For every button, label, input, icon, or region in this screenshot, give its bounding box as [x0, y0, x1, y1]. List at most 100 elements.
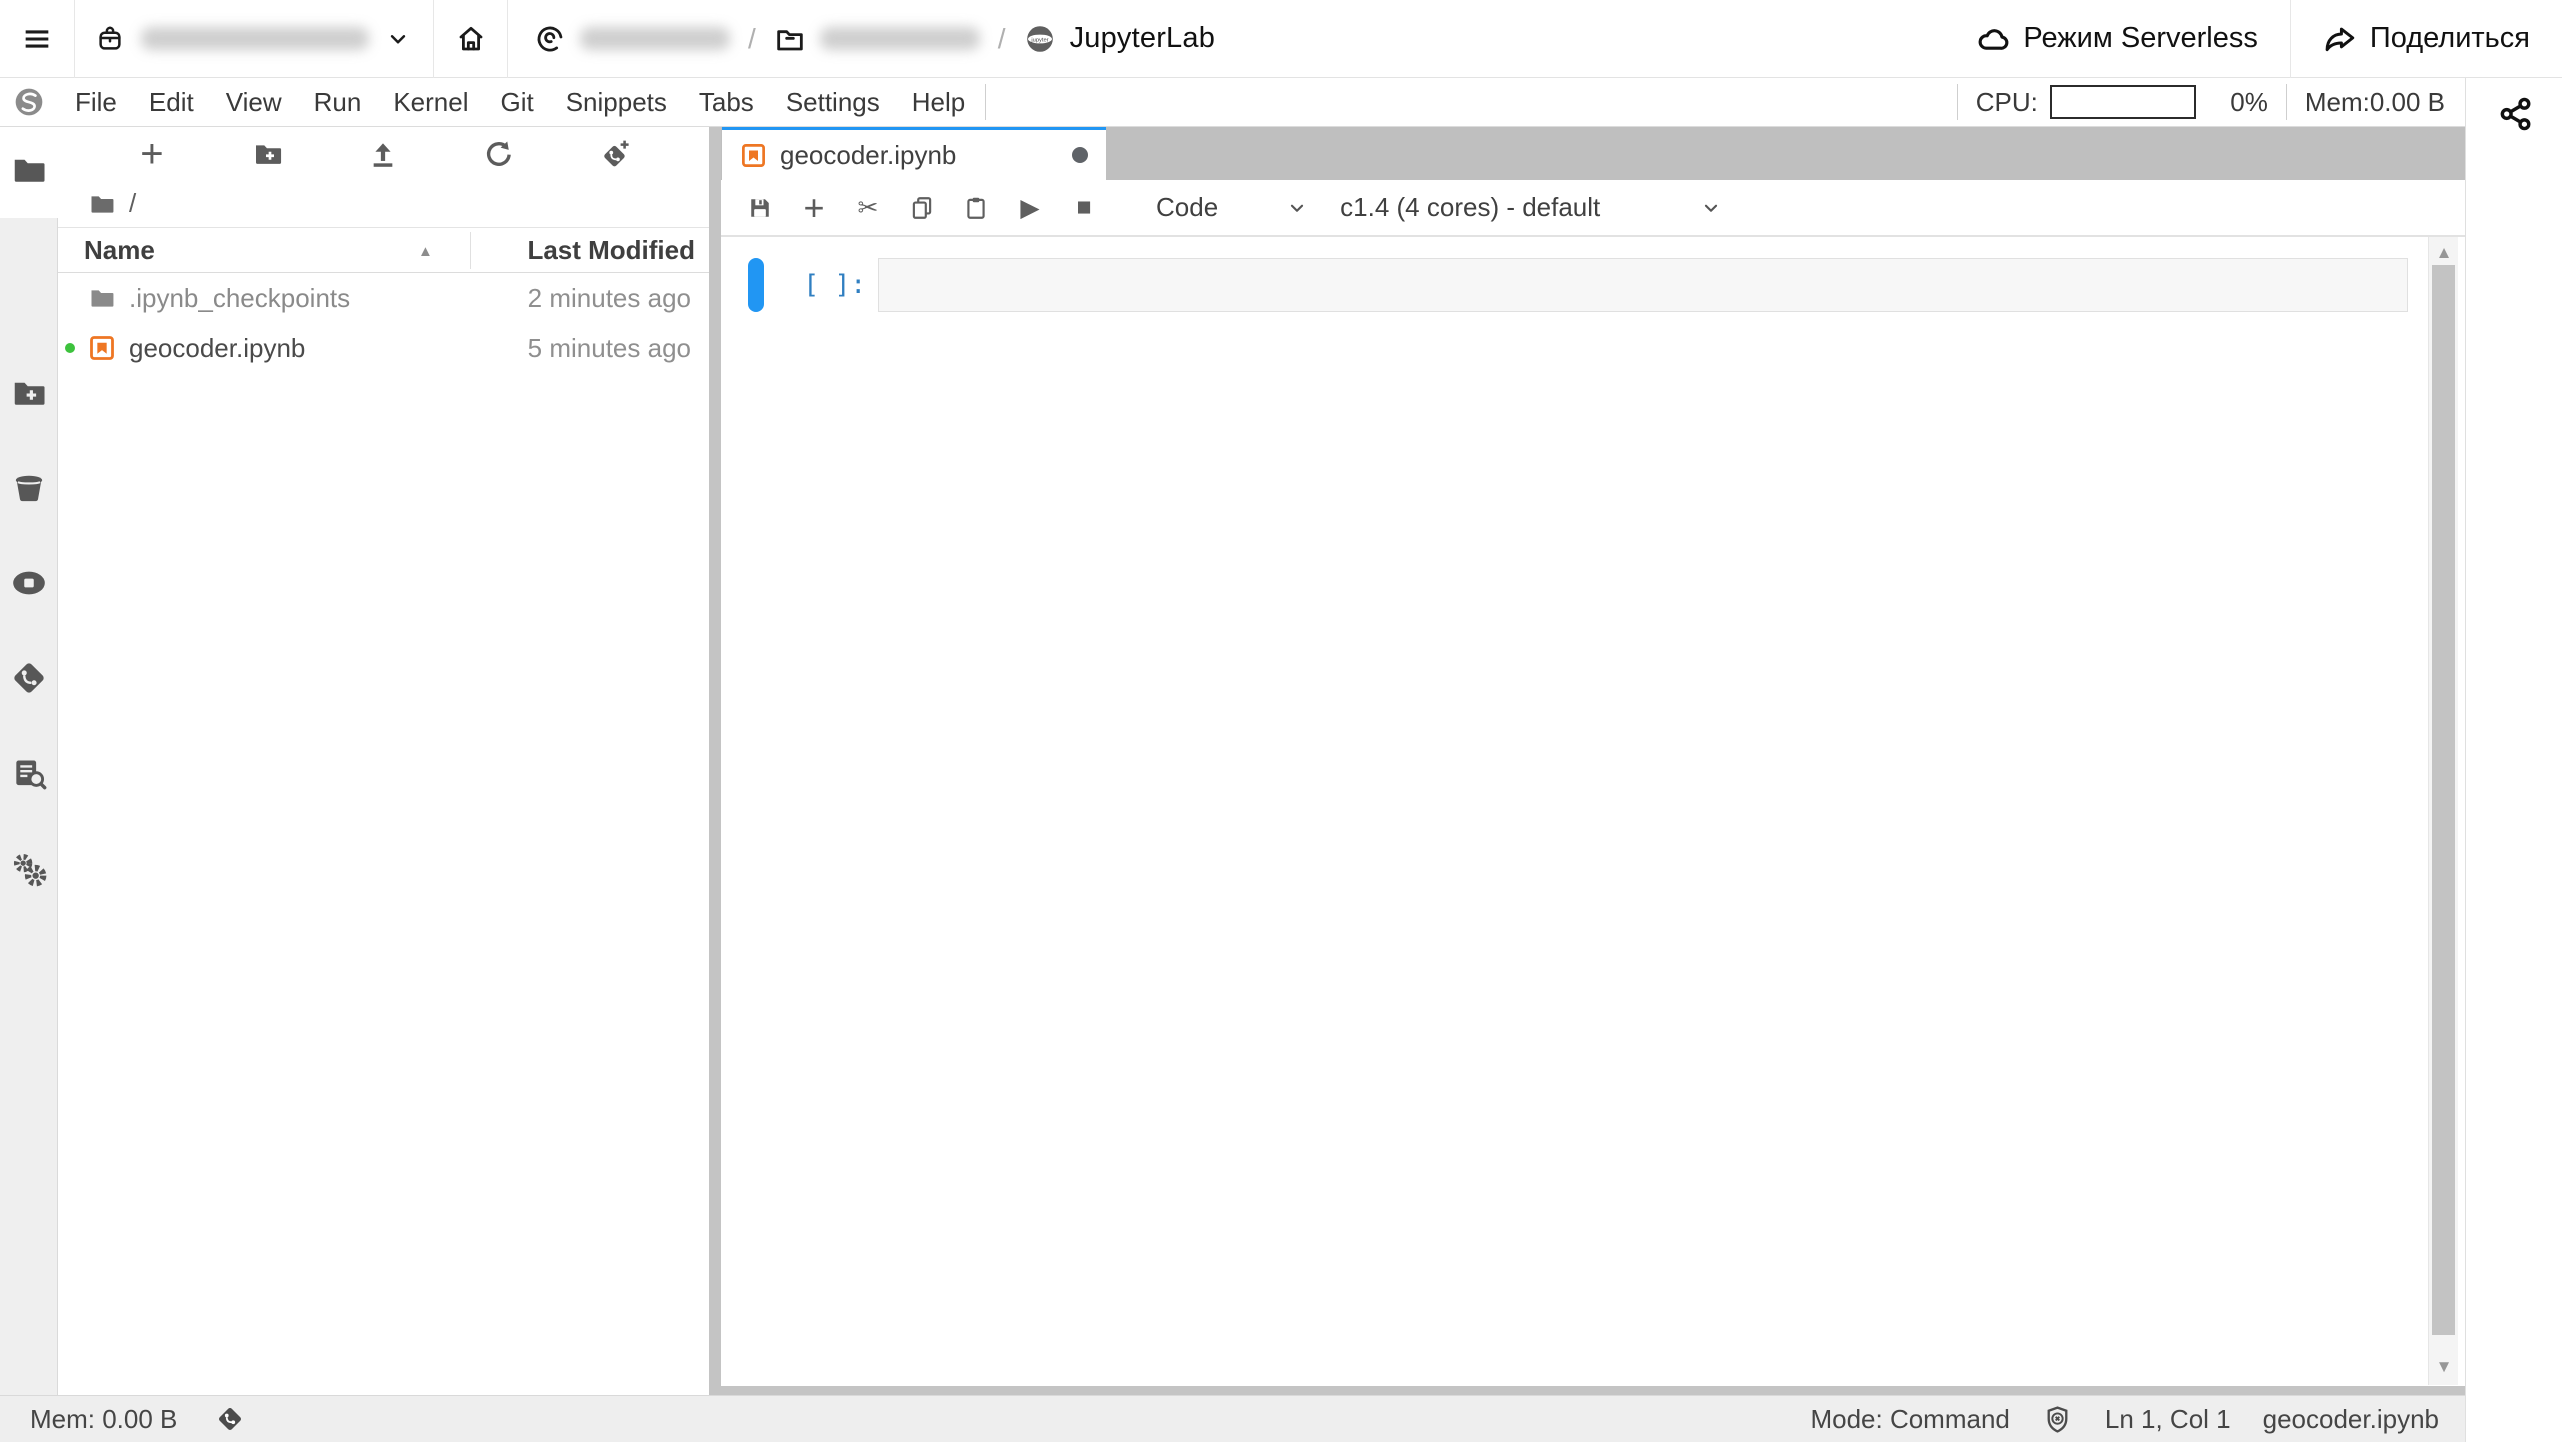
scroll-down-arrow[interactable]: ▼: [2429, 1357, 2459, 1377]
scissors-icon: ✂: [858, 193, 879, 223]
menu-help[interactable]: Help: [896, 81, 981, 124]
breadcrumb: / / jupyter JupyterLab: [508, 22, 1215, 55]
stop-icon: ■: [1076, 193, 1091, 222]
unsaved-changes-dot[interactable]: [1072, 147, 1088, 163]
dock-bottom-border: [721, 1386, 2465, 1395]
breadcrumb-root: /: [129, 188, 136, 219]
divider: [1957, 84, 1958, 120]
sidebar-tab-git[interactable]: [0, 648, 58, 708]
column-header-name[interactable]: Name: [58, 235, 155, 266]
notebook-tab[interactable]: geocoder.ipynb: [722, 127, 1106, 180]
cell-type-select[interactable]: Code: [1156, 192, 1308, 223]
folder-plus-icon: [10, 374, 48, 412]
redacted-community-name[interactable]: [580, 27, 730, 50]
top-bar: / / jupyter JupyterLab: [0, 0, 2562, 78]
add-cell-button[interactable]: +: [800, 194, 828, 222]
menu-git[interactable]: Git: [484, 81, 549, 124]
git-icon: [10, 659, 48, 697]
folder-small-icon: [88, 190, 116, 218]
git-clone-button[interactable]: [593, 132, 637, 176]
sidebar-tab-running-sessions[interactable]: [0, 553, 58, 613]
column-header-modified[interactable]: Last Modified: [527, 235, 709, 266]
sidebar-tab-snippets[interactable]: [0, 744, 58, 804]
notebook-content: [ ]: ▲ ▼: [721, 237, 2465, 1386]
main-menu-button[interactable]: [0, 0, 74, 77]
mode-indicator[interactable]: Mode: Command: [1810, 1404, 2009, 1435]
new-folder-button[interactable]: [246, 132, 290, 176]
jupyter-logo-icon: jupyter: [1024, 23, 1056, 55]
cpu-usage-bar: [2050, 85, 2196, 119]
home-button[interactable]: [434, 0, 507, 77]
menu-run[interactable]: Run: [298, 81, 378, 124]
menu-settings[interactable]: Settings: [770, 81, 896, 124]
sidebar-tab-new-folder[interactable]: [0, 363, 58, 423]
serverless-mode-label: Режим Serverless: [2023, 22, 2257, 55]
notebook-item-icon: [88, 334, 116, 362]
notebook-tab-title: geocoder.ipynb: [780, 140, 956, 171]
share-button[interactable]: Поделиться: [2291, 0, 2562, 77]
chevron-down-icon: [1286, 197, 1308, 219]
redacted-folder-name[interactable]: [820, 27, 980, 50]
dock-tab-bar: geocoder.ipynb: [721, 127, 2465, 180]
sidebar-tabstrip: [0, 127, 58, 1395]
menu-items: File Edit View Run Kernel Git Snippets T…: [59, 81, 981, 124]
cursor-position[interactable]: Ln 1, Col 1: [2105, 1404, 2231, 1435]
new-folder-icon: [252, 138, 284, 170]
document-search-icon: [10, 755, 48, 793]
hamburger-icon: [20, 22, 54, 56]
cell-prompt: [ ]:: [764, 258, 878, 300]
bucket-icon: [10, 469, 48, 507]
interrupt-kernel-button[interactable]: ■: [1070, 194, 1098, 222]
kernel-select[interactable]: c1.4 (4 cores) - default: [1340, 192, 1722, 223]
plus-icon: +: [803, 190, 824, 226]
folder-icon: [10, 151, 48, 189]
serverless-mode-button[interactable]: Режим Serverless: [1944, 0, 2289, 77]
cell-editor[interactable]: [878, 258, 2408, 312]
vertical-scrollbar[interactable]: ▲ ▼: [2428, 237, 2458, 1385]
menu-tabs[interactable]: Tabs: [683, 81, 770, 124]
paste-icon: [963, 195, 989, 221]
project-switcher[interactable]: [75, 0, 433, 77]
menu-edit[interactable]: Edit: [133, 81, 210, 124]
file-row-checkpoints[interactable]: .ipynb_checkpoints 2 minutes ago: [58, 273, 709, 323]
menu-view[interactable]: View: [210, 81, 298, 124]
divider: [2286, 84, 2287, 120]
menu-file[interactable]: File: [59, 81, 133, 124]
status-left: Mem: 0.00 B: [30, 1404, 245, 1435]
active-file-name[interactable]: geocoder.ipynb: [2263, 1404, 2439, 1435]
file-modified: 5 minutes ago: [528, 333, 709, 364]
menu-snippets[interactable]: Snippets: [550, 81, 683, 124]
stop-oval-icon: [10, 564, 48, 602]
cell-collapser[interactable]: [748, 258, 764, 312]
run-cell-button[interactable]: ▶: [1016, 194, 1044, 222]
panel-splitter[interactable]: [709, 127, 721, 1395]
paste-cells-button[interactable]: [962, 194, 990, 222]
file-browser-toolbar: +: [58, 127, 709, 180]
sort-ascending-icon: ▲: [418, 243, 433, 260]
sidebar-tab-filebrowser[interactable]: [0, 140, 58, 200]
git-status-icon[interactable]: [215, 1404, 245, 1434]
upload-button[interactable]: [361, 132, 405, 176]
menu-bar: File Edit View Run Kernel Git Snippets T…: [0, 78, 2465, 127]
memory-indicator: Mem:0.00 B: [2305, 87, 2445, 118]
new-launcher-button[interactable]: +: [130, 132, 174, 176]
notebook-tab-icon: [740, 142, 767, 169]
copy-icon: [909, 195, 935, 221]
resource-indicators: CPU: 0% Mem:0.00 B: [1939, 84, 2461, 120]
refresh-button[interactable]: [477, 132, 521, 176]
scrollbar-thumb[interactable]: [2432, 265, 2455, 1335]
save-button[interactable]: [746, 194, 774, 222]
menu-kernel[interactable]: Kernel: [377, 81, 484, 124]
sidebar-tab-storage[interactable]: [0, 458, 58, 518]
file-row-geocoder[interactable]: geocoder.ipynb 5 minutes ago: [58, 323, 709, 373]
sidebar-tab-settings[interactable]: [0, 839, 58, 899]
refresh-icon: [483, 138, 515, 170]
copy-cells-button[interactable]: [908, 194, 936, 222]
file-browser-breadcrumb[interactable]: /: [58, 180, 709, 228]
breadcrumb-separator: /: [994, 23, 1010, 55]
trust-shield-icon[interactable]: [2042, 1404, 2073, 1435]
scroll-up-arrow[interactable]: ▲: [2429, 243, 2459, 263]
share-graph-icon[interactable]: [2498, 96, 2534, 132]
folder-outline-icon: [774, 23, 806, 55]
cut-cells-button[interactable]: ✂: [854, 194, 882, 222]
